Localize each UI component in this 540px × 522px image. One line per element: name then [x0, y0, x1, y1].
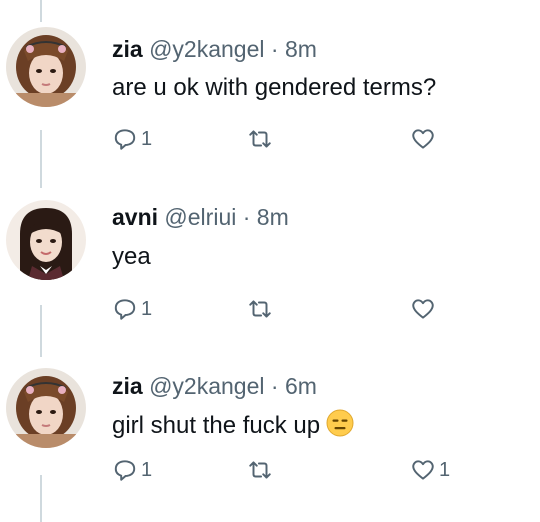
tweet-text-content: girl shut the fuck up: [112, 412, 321, 439]
retweet-button[interactable]: [247, 457, 276, 483]
avatar[interactable]: [6, 200, 86, 280]
tweet-actions: 1: [112, 296, 492, 326]
like-button[interactable]: [410, 126, 439, 152]
thread-line: [40, 0, 42, 22]
user-handle[interactable]: @elriui: [164, 204, 236, 230]
expressionless-face-emoji: [326, 409, 354, 437]
reply-count: 1: [141, 458, 153, 481]
heart-icon: [412, 129, 434, 149]
avatar-image: [6, 200, 86, 280]
timestamp[interactable]: 8m: [285, 36, 317, 62]
avatar-image: [6, 368, 86, 448]
tweet-header: zia @y2kangel · 6m: [112, 372, 317, 400]
user-handle[interactable]: @y2kangel: [149, 36, 264, 62]
separator: ·: [270, 36, 279, 62]
tweet-actions: 1: [112, 126, 492, 156]
display-name[interactable]: zia: [112, 373, 143, 399]
display-name[interactable]: avni: [112, 204, 158, 230]
tweet-text-content: yea: [112, 243, 151, 270]
timestamp[interactable]: 8m: [257, 204, 289, 230]
thread-line: [40, 475, 42, 522]
tweet-header: avni @elriui · 8m: [112, 203, 289, 231]
retweet-icon: [249, 461, 271, 479]
timestamp[interactable]: 6m: [285, 373, 317, 399]
retweet-icon: [249, 130, 271, 148]
tweet-text: are u ok with gendered terms?: [112, 73, 436, 103]
reply-icon: [114, 460, 136, 481]
like-button[interactable]: [410, 296, 439, 322]
avatar-image: [6, 27, 86, 107]
separator: ·: [270, 373, 279, 399]
reply-count: 1: [141, 127, 153, 150]
like-count: 1: [439, 458, 451, 481]
retweet-button[interactable]: [247, 296, 276, 322]
tweet-text-content: are u ok with gendered terms?: [112, 74, 437, 101]
reply-icon: [114, 129, 136, 150]
reply-button[interactable]: 1: [112, 296, 152, 322]
thread-line: [40, 305, 42, 357]
user-handle[interactable]: @y2kangel: [149, 373, 264, 399]
reply-icon: [114, 299, 136, 320]
reply-count: 1: [141, 297, 153, 320]
thread-line: [40, 130, 42, 188]
heart-icon: [412, 460, 434, 480]
separator: ·: [242, 204, 251, 230]
tweet-text: yea: [112, 242, 151, 272]
avatar[interactable]: [6, 368, 86, 448]
tweet-actions: 1 1: [112, 457, 492, 487]
avatar[interactable]: [6, 27, 86, 107]
like-button[interactable]: 1: [410, 457, 450, 483]
tweet-text: girl shut the fuck up: [112, 409, 354, 441]
reply-button[interactable]: 1: [112, 457, 152, 483]
retweet-icon: [249, 300, 271, 318]
display-name[interactable]: zia: [112, 36, 143, 62]
retweet-button[interactable]: [247, 126, 276, 152]
heart-icon: [412, 299, 434, 319]
tweet-header: zia @y2kangel · 8m: [112, 35, 317, 63]
reply-button[interactable]: 1: [112, 126, 152, 152]
